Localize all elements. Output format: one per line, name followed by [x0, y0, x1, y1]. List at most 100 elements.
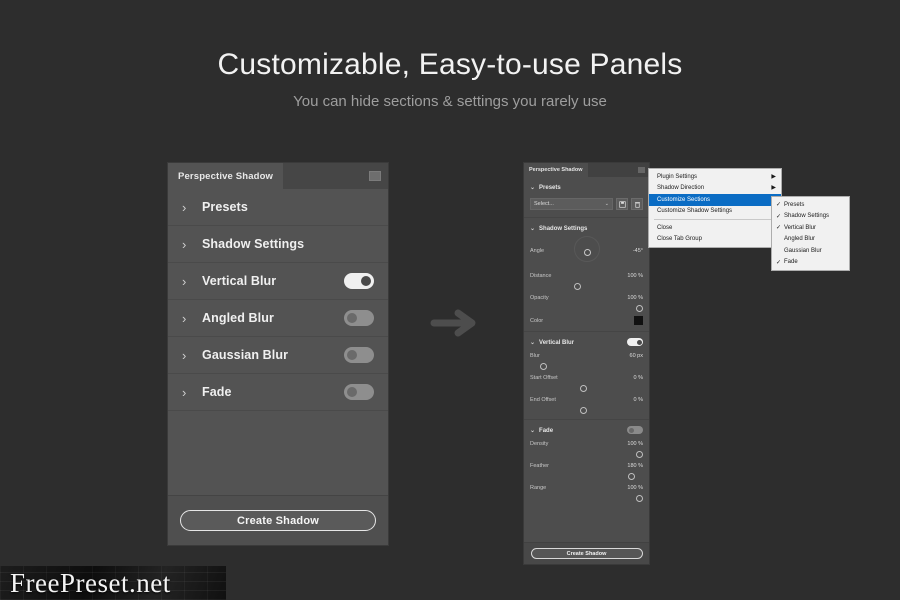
check-icon: ✓: [776, 202, 782, 209]
submenu-arrow-icon: ▶: [771, 185, 776, 192]
section-row-presets[interactable]: › Presets: [168, 189, 388, 226]
slider-end-offset[interactable]: [524, 406, 649, 416]
page-subtitle: You can hide sections & settings you rar…: [293, 93, 607, 110]
submenu-item-label: Angled Blur: [784, 236, 816, 243]
section-header-vertical-blur[interactable]: ⌄ Vertical Blur: [524, 335, 649, 350]
menu-item-shadow-direction[interactable]: Shadow Direction ▶: [649, 183, 781, 195]
left-panel-body: › Presets › Shadow Settings › Vertical B…: [168, 189, 388, 545]
create-shadow-button[interactable]: Create Shadow: [530, 548, 643, 559]
menu-item-label: Close Tab Group: [657, 236, 702, 243]
chevron-right-icon: ›: [182, 310, 187, 326]
param-label: Feather: [530, 463, 549, 469]
chevron-right-icon: ›: [182, 384, 187, 400]
submenu-item-gaussian-blur[interactable]: Gaussian Blur: [772, 245, 849, 257]
submenu-item-label: Vertical Blur: [784, 224, 817, 231]
submenu-item-angled-blur[interactable]: Angled Blur: [772, 234, 849, 246]
section-header-fade[interactable]: ⌄ Fade: [524, 423, 649, 438]
create-shadow-button[interactable]: Create Shadow: [180, 510, 376, 531]
preset-select-value: Select...: [534, 201, 554, 207]
slider-feather[interactable]: [524, 472, 649, 482]
menu-item-plugin-settings[interactable]: Plugin Settings ▶: [649, 171, 781, 183]
menu-item-close[interactable]: Close: [649, 222, 781, 234]
save-icon[interactable]: [616, 198, 628, 210]
slider-density[interactable]: [524, 450, 649, 460]
param-value: 100 %: [627, 485, 643, 491]
preset-select[interactable]: Select... ⌄: [530, 198, 613, 210]
trash-icon[interactable]: [631, 198, 643, 210]
check-icon: ✓: [776, 225, 782, 232]
chevron-right-icon: ›: [182, 199, 187, 215]
section-row-gaussian-blur[interactable]: › Gaussian Blur: [168, 337, 388, 374]
menu-item-customize-shadow-settings[interactable]: Customize Shadow Settings ▶: [649, 206, 781, 218]
panel-menu-icon[interactable]: [638, 167, 645, 173]
param-label: Range: [530, 485, 547, 491]
section-label: Shadow Settings: [539, 225, 588, 232]
right-panel: Perspective Shadow ⌄ Presets Select... ⌄…: [524, 163, 649, 564]
param-label: End Offset: [530, 397, 556, 403]
section-label: Presets: [202, 200, 248, 214]
right-panel-tabbar: Perspective Shadow: [524, 163, 649, 177]
toggle-fade[interactable]: [344, 384, 374, 400]
section-label: Vertical Blur: [539, 339, 575, 346]
param-label: Start Offset: [530, 375, 558, 381]
panel-menu-icon[interactable]: [369, 171, 381, 181]
submenu-item-fade[interactable]: ✓ Fade: [772, 257, 849, 269]
menu-separator: [654, 219, 776, 220]
slider-distance[interactable]: [524, 282, 649, 292]
menu-item-customize-sections[interactable]: Customize Sections ▶: [649, 194, 781, 206]
submenu-item-shadow-settings[interactable]: ✓ Shadow Settings: [772, 211, 849, 223]
param-blur: Blur 60 px: [524, 350, 649, 362]
angle-control-group: Angle -45°: [524, 236, 649, 270]
param-value: 0 %: [633, 375, 643, 381]
param-range: Range 100 %: [524, 482, 649, 494]
param-value: 100 %: [627, 441, 643, 447]
divider: [524, 331, 649, 332]
section-label: Fade: [202, 385, 232, 399]
menu-item-label: Shadow Direction: [657, 185, 705, 192]
chevron-down-icon: ⌄: [530, 226, 536, 232]
left-panel: Perspective Shadow › Presets › Shadow Se…: [168, 163, 388, 545]
right-panel-tab-label: Perspective Shadow: [529, 167, 583, 173]
toggle-angled-blur[interactable]: [344, 310, 374, 326]
param-distance: Distance 100 %: [524, 270, 649, 282]
slider-blur[interactable]: [524, 362, 649, 372]
section-row-shadow-settings[interactable]: › Shadow Settings: [168, 226, 388, 263]
param-density: Density 100 %: [524, 438, 649, 450]
param-value: 0 %: [633, 397, 643, 403]
section-header-shadow-settings[interactable]: ⌄ Shadow Settings: [524, 221, 649, 236]
param-value: 100 %: [627, 273, 643, 279]
section-row-angled-blur[interactable]: › Angled Blur: [168, 300, 388, 337]
menu-item-label: Plugin Settings: [657, 173, 698, 180]
right-panel-tab[interactable]: Perspective Shadow: [524, 163, 588, 177]
color-swatch[interactable]: [634, 316, 643, 325]
watermark-text: FreePreset.net: [10, 568, 171, 598]
section-row-fade[interactable]: › Fade: [168, 374, 388, 411]
check-icon: ✓: [776, 213, 782, 220]
slider-range[interactable]: [524, 494, 649, 504]
section-row-vertical-blur[interactable]: › Vertical Blur: [168, 263, 388, 300]
right-panel-footer: Create Shadow: [524, 542, 649, 564]
menu-item-label: Close: [657, 224, 673, 231]
toggle-vertical-blur[interactable]: [344, 273, 374, 289]
left-panel-tab[interactable]: Perspective Shadow: [168, 163, 284, 189]
section-label: Angled Blur: [202, 311, 274, 325]
preset-select-row: Select... ⌄: [524, 195, 649, 214]
param-angle: Angle -45°: [524, 245, 649, 257]
menu-item-close-tab-group[interactable]: Close Tab Group: [649, 234, 781, 246]
toggle-vertical-blur[interactable]: [627, 338, 643, 346]
param-label: Angle: [530, 248, 545, 254]
toggle-fade[interactable]: [627, 426, 643, 434]
toggle-gaussian-blur[interactable]: [344, 347, 374, 363]
divider: [524, 419, 649, 420]
submenu-item-presets[interactable]: ✓ Presets: [772, 199, 849, 211]
submenu-item-vertical-blur[interactable]: ✓ Vertical Blur: [772, 222, 849, 234]
section-header-presets[interactable]: ⌄ Presets: [524, 180, 649, 195]
slider-opacity[interactable]: [524, 304, 649, 314]
chevron-down-icon: ⌄: [530, 428, 536, 434]
submenu-item-label: Gaussian Blur: [784, 247, 822, 254]
slider-start-offset[interactable]: [524, 384, 649, 394]
left-panel-tabbar: Perspective Shadow: [168, 163, 388, 189]
section-label: Presets: [539, 184, 561, 191]
submenu-item-label: Fade: [784, 259, 798, 266]
param-label: Color: [530, 318, 544, 324]
